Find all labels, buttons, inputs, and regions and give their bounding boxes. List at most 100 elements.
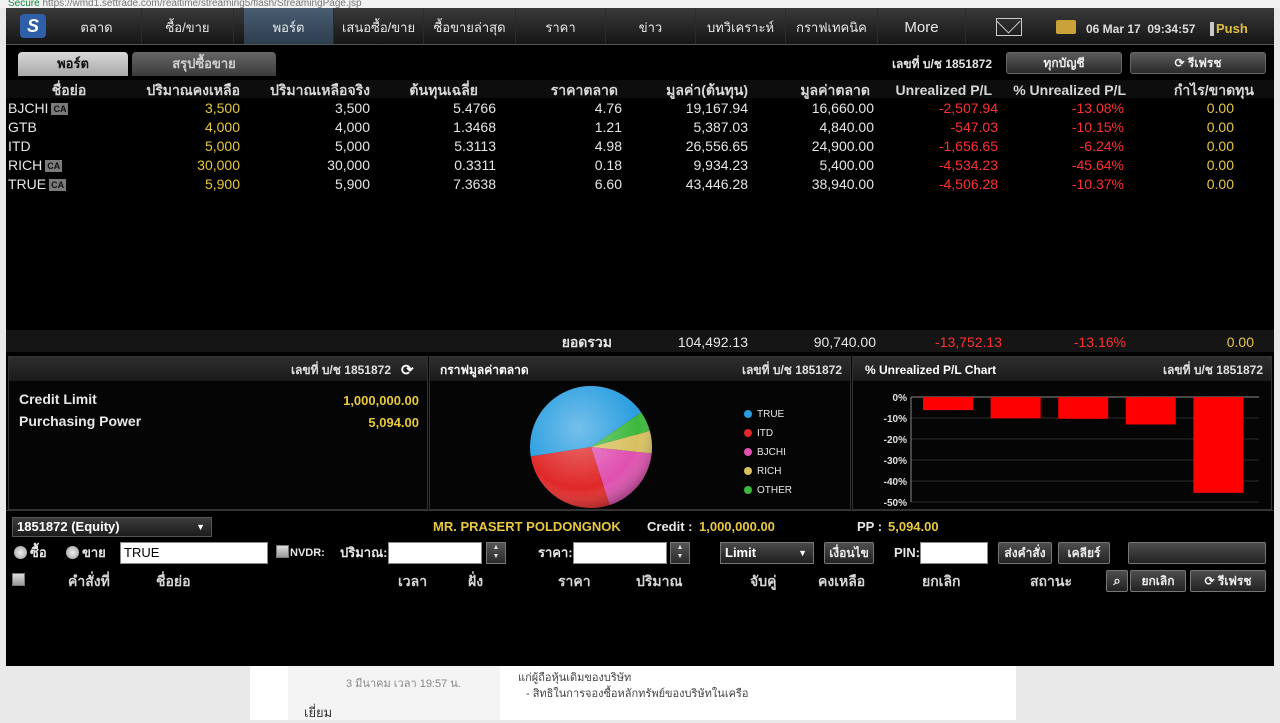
current-date: 06 Mar 17: [1086, 22, 1141, 36]
col-order-cancel[interactable]: ยกเลิก: [922, 570, 961, 592]
nav-bid-offer[interactable]: เสนอซื้อ/ขาย: [334, 8, 424, 44]
col-order-side[interactable]: ฝั่ง: [468, 570, 483, 592]
col-unrealized-pl[interactable]: Unrealized P/L: [872, 80, 992, 98]
search-icon[interactable]: ⌕: [1106, 570, 1128, 592]
buy-radio[interactable]: [14, 546, 27, 559]
table-row[interactable]: RICH CA 30,000 30,000 0.3311 0.18 9,934.23 5,40…: [6, 156, 1274, 175]
table-row[interactable]: GTB 4,000 4,000 1.3468 1.21 5,387.03 4,840.00 -…: [6, 118, 1274, 137]
col-symbol[interactable]: ชื่อย่อ: [44, 80, 94, 98]
account-dropdown[interactable]: 1851872 (Equity) ▼: [12, 517, 212, 537]
push-label[interactable]: Push: [1216, 8, 1248, 44]
col-avg-cost[interactable]: ต้นทุนเฉลี่ย: [376, 80, 478, 98]
total-unrealized-pl-pct: -13.16%: [1073, 334, 1126, 350]
row-market-price: 1.21: [594, 119, 622, 135]
col-unrealized-pl-pct[interactable]: % Unrealized P/L: [996, 80, 1126, 98]
nav-market[interactable]: ตลาด: [52, 8, 142, 44]
row-unrealized-pl: -2,507.94: [938, 100, 998, 116]
send-order-button[interactable]: ส่งคำสั่ง: [998, 542, 1052, 564]
col-order-matched[interactable]: จับคู่: [750, 570, 776, 592]
credit-refresh-icon[interactable]: ⟳: [401, 361, 414, 379]
refresh-button[interactable]: ⟳ รีเฟรช: [1130, 52, 1266, 74]
market-value-pie-panel: กราฟมูลค่าตลาด เลขที่ บ/ช 1851872 TRUE IT…: [429, 356, 851, 510]
settrade-logo-icon[interactable]: S: [20, 14, 46, 38]
col-order-time[interactable]: เวลา: [398, 570, 427, 592]
mail-icon[interactable]: [996, 18, 1022, 36]
all-accounts-button[interactable]: ทุกบัญชี: [1006, 52, 1122, 74]
row-profit-loss: 0.00: [1206, 119, 1234, 135]
col-market-value[interactable]: มูลค่าตลาด: [754, 80, 870, 98]
table-row[interactable]: ITD 5,000 5,000 5.3113 4.98 26,556.65 24,900.0…: [6, 137, 1274, 156]
legend-item-other: OTHER: [744, 481, 792, 500]
row-symbol[interactable]: GTB: [8, 118, 37, 137]
table-row[interactable]: BJCHI CA 3,500 3,500 5.4766 4.76 19,167.94 16,6…: [6, 99, 1274, 118]
order-entry-row: ซื้อ ขาย TRUE NVDR: ปริมาณ: ▲ ▼ ราคา: ▲ ▼ …: [6, 540, 1274, 568]
symbol-text: GTB: [8, 119, 37, 135]
orders-refresh-button[interactable]: ⟳ รีเฟรช: [1190, 570, 1266, 592]
row-quantity: 4,000: [204, 119, 240, 135]
pie-panel-header: กราฟมูลค่าตลาด เลขที่ บ/ช 1851872: [430, 357, 850, 381]
volume-stepper[interactable]: ▲ ▼: [486, 542, 506, 564]
col-order-volume[interactable]: ปริมาณ: [636, 570, 682, 592]
row-symbol[interactable]: TRUE CA: [8, 175, 67, 194]
row-symbol[interactable]: ITD: [8, 137, 31, 156]
volume-input[interactable]: [388, 542, 482, 564]
legend-label: ITD: [757, 428, 774, 439]
row-profit-loss: 0.00: [1206, 176, 1234, 192]
total-cost-value: 104,492.13: [677, 334, 748, 350]
sell-radio[interactable]: [66, 546, 79, 559]
nav-more[interactable]: More: [878, 8, 966, 44]
col-order-price[interactable]: ราคา: [558, 570, 591, 592]
nav-news[interactable]: ข่าว: [606, 8, 696, 44]
total-market-value: 90,740.00: [813, 334, 876, 350]
pin-input[interactable]: [920, 542, 988, 564]
nav-price[interactable]: ราคา: [516, 8, 606, 44]
cancel-orders-button[interactable]: ยกเลิก: [1130, 570, 1186, 592]
row-symbol[interactable]: RICH CA: [8, 156, 63, 175]
market-value-pie-chart: [530, 386, 652, 508]
browser-address-bar[interactable]: Secure https://wmd1.settrade.com/realtim…: [0, 0, 1280, 8]
legend-swatch: [744, 486, 752, 494]
row-market-price: 4.98: [594, 138, 622, 154]
col-actual-quantity[interactable]: ปริมาณเหลือจริง: [246, 80, 370, 98]
row-market-value: 16,660.00: [811, 100, 874, 116]
nav-portfolio[interactable]: พอร์ต: [244, 8, 334, 44]
row-avg-cost: 0.3311: [454, 157, 496, 173]
nvdr-checkbox[interactable]: [276, 545, 289, 558]
clear-button[interactable]: เคลียร์: [1058, 542, 1110, 564]
col-order-status[interactable]: สถานะ: [1030, 570, 1072, 592]
col-cost-value[interactable]: มูลค่า(ต้นทุน): [616, 80, 748, 98]
order-type-dropdown[interactable]: Limit ▼: [720, 542, 814, 564]
y-tick-label: -30%: [884, 456, 907, 467]
price-input[interactable]: [573, 542, 667, 564]
credit-panel-account: เลขที่ บ/ช 1851872: [290, 363, 391, 377]
select-all-checkbox[interactable]: [12, 573, 25, 586]
conditions-button[interactable]: เงื่อนไข: [824, 542, 874, 564]
symbol-input[interactable]: TRUE: [120, 542, 268, 564]
row-unrealized-pl-pct: -45.64%: [1071, 157, 1124, 173]
bar-panel-header: % Unrealized P/L Chart เลขที่ บ/ช 185187…: [853, 357, 1271, 381]
symbol-text: BJCHI: [8, 100, 49, 116]
col-order-symbol[interactable]: ชื่อย่อ: [156, 570, 191, 592]
tab-trade-summary[interactable]: สรุปซื้อขาย: [132, 52, 276, 76]
row-quantity: 3,500: [204, 100, 240, 116]
col-order-no[interactable]: คำสั่งที่: [68, 570, 110, 592]
tab-portfolio[interactable]: พอร์ต: [18, 52, 128, 76]
col-profit-loss[interactable]: กำไร/ขาดทุน: [1138, 80, 1254, 98]
chevron-down-icon: ▼: [196, 522, 205, 532]
row-symbol[interactable]: BJCHI CA: [8, 99, 69, 118]
row-quantity: 5,900: [204, 176, 240, 192]
table-row[interactable]: TRUE CA 5,900 5,900 7.3638 6.60 43,446.28 38,94…: [6, 175, 1274, 194]
nav-buy-sell[interactable]: ซื้อ/ขาย: [142, 8, 234, 44]
row-unrealized-pl-pct: -13.08%: [1071, 100, 1124, 116]
nav-technical-chart[interactable]: กราฟเทคนิค: [786, 8, 878, 44]
col-market-price[interactable]: ราคาตลาด: [506, 80, 618, 98]
col-quantity[interactable]: ปริมาณคงเหลือ: [118, 80, 240, 98]
legend-item-bjchi: BJCHI: [744, 443, 786, 462]
col-order-remaining[interactable]: คงเหลือ: [818, 570, 865, 592]
nav-analysis[interactable]: บทวิเคราะห์: [696, 8, 786, 44]
legend-swatch: [744, 410, 752, 418]
price-stepper[interactable]: ▲ ▼: [670, 542, 690, 564]
nav-last-trade[interactable]: ซื้อขายล่าสุด: [424, 8, 516, 44]
ca-badge: CA: [49, 179, 67, 191]
date-time: 06 Mar 17 09:34:57: [1086, 8, 1195, 44]
